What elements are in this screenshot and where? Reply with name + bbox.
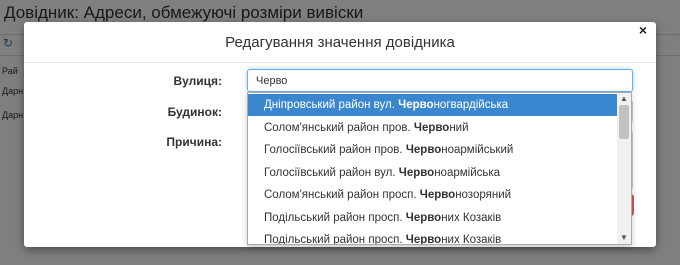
item-suffix: ноармійська bbox=[434, 166, 501, 179]
item-suffix: них Козаків bbox=[441, 234, 502, 245]
item-prefix: Дніпровський район вул. bbox=[264, 99, 399, 111]
street-label: Вулиця: bbox=[173, 74, 222, 88]
dialog-title: Редагування значення довідника bbox=[225, 34, 455, 51]
building-label: Будинок: bbox=[167, 105, 222, 119]
autocomplete-item[interactable]: Голосіївський район вул. Червоноармійськ… bbox=[248, 162, 618, 184]
divider bbox=[24, 62, 656, 63]
item-prefix: Голосіївський район вул. bbox=[264, 166, 399, 179]
item-match: Черво bbox=[419, 189, 456, 201]
item-suffix: них Козаків bbox=[441, 211, 502, 224]
reason-label: Причина: bbox=[166, 135, 222, 149]
item-match: Черво bbox=[398, 166, 435, 179]
item-prefix: Подільський район просп. bbox=[264, 211, 406, 224]
item-suffix: ногвардійська bbox=[433, 99, 509, 111]
autocomplete-item[interactable]: Солом'янський район пров. Червоний bbox=[248, 117, 618, 139]
scrollbar[interactable]: ▲ ▼ bbox=[617, 93, 631, 244]
item-suffix: ноармійський bbox=[441, 144, 514, 156]
autocomplete-item[interactable]: Голосіївський район пров. Червоноармійсь… bbox=[248, 139, 618, 161]
item-suffix: нозоряний bbox=[455, 189, 512, 201]
street-input[interactable] bbox=[247, 69, 633, 92]
item-match: Черво bbox=[413, 121, 450, 134]
item-match: Черво bbox=[405, 234, 442, 245]
item-prefix: Солом'янський район пров. bbox=[264, 121, 414, 134]
autocomplete-item[interactable]: Дніпровський район вул. Червоногвардійсь… bbox=[248, 94, 618, 116]
item-prefix: Голосіївський район пров. bbox=[264, 144, 406, 156]
item-prefix: Солом'янський район просп. bbox=[264, 189, 420, 201]
scrollbar-thumb[interactable] bbox=[619, 105, 629, 139]
item-suffix: ний bbox=[449, 121, 469, 134]
autocomplete-item[interactable]: Подільський район просп. Червоних Козакі… bbox=[248, 229, 618, 245]
item-match: Черво bbox=[405, 211, 442, 224]
scroll-up-icon[interactable]: ▲ bbox=[619, 94, 629, 103]
autocomplete-item[interactable]: Подільський район просп. Червоних Козакі… bbox=[248, 207, 618, 229]
item-match: Черво bbox=[398, 99, 434, 111]
scroll-down-icon[interactable]: ▼ bbox=[619, 233, 629, 242]
item-prefix: Подільський район просп. bbox=[264, 234, 406, 245]
item-match: Черво bbox=[405, 144, 442, 156]
autocomplete-item[interactable]: Солом'янський район просп. Червонозоряни… bbox=[248, 184, 618, 206]
autocomplete-dropdown[interactable]: Дніпровський район вул. Червоногвардійсь… bbox=[247, 92, 632, 245]
